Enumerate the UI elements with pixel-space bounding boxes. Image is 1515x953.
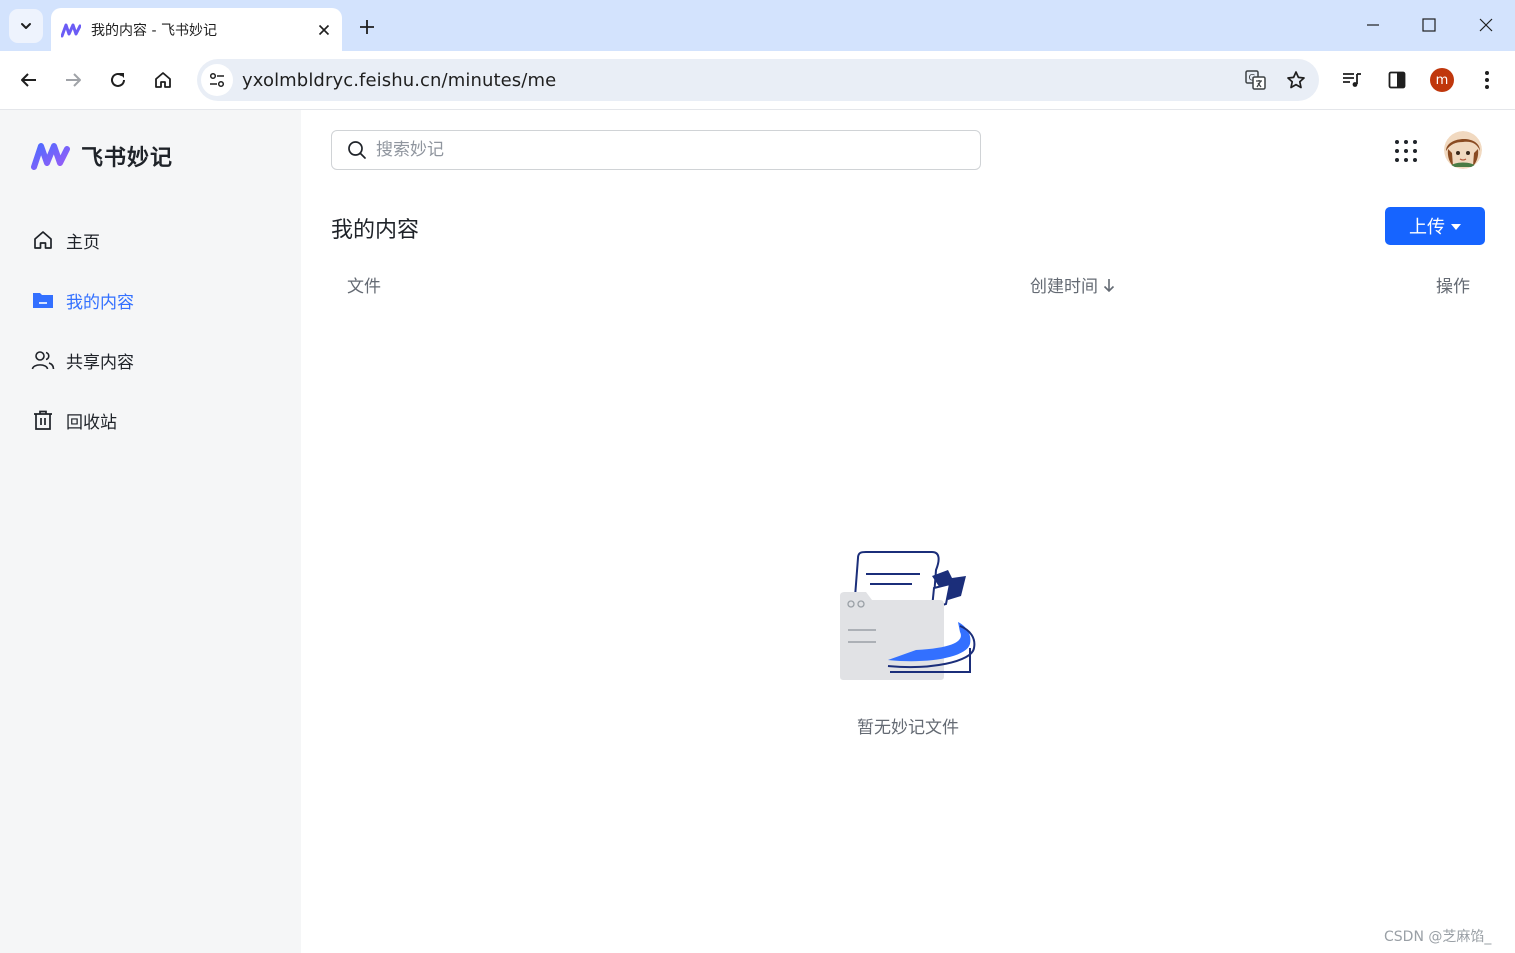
profile-avatar: m bbox=[1430, 68, 1454, 92]
close-icon bbox=[1479, 18, 1493, 32]
address-bar[interactable]: yxolmbldryc.feishu.cn/minutes/me G bbox=[197, 59, 1319, 101]
caret-down-icon bbox=[1451, 224, 1461, 230]
search-icon bbox=[346, 139, 368, 161]
folder-icon bbox=[31, 288, 55, 312]
sidebar-item-label: 回收站 bbox=[66, 412, 117, 433]
empty-state-text: 暂无妙记文件 bbox=[857, 718, 959, 738]
window-close-button[interactable] bbox=[1461, 4, 1511, 46]
minimize-button[interactable] bbox=[1348, 4, 1398, 46]
page-title: 我的内容 bbox=[331, 218, 420, 243]
arrow-left-icon bbox=[21, 73, 36, 87]
feishu-minutes-favicon bbox=[61, 23, 81, 37]
column-header-file: 文件 bbox=[347, 272, 381, 297]
upload-button[interactable]: 上传 bbox=[1385, 207, 1485, 245]
back-button[interactable] bbox=[12, 63, 46, 97]
translate-button[interactable]: G bbox=[1239, 63, 1273, 97]
trash-icon bbox=[31, 408, 55, 432]
users-icon bbox=[31, 348, 55, 372]
tab-close-button[interactable] bbox=[310, 16, 338, 44]
apps-grid-icon[interactable] bbox=[1391, 136, 1421, 166]
home-icon bbox=[155, 72, 171, 88]
sidebar-item-home[interactable]: 主页 bbox=[18, 218, 283, 262]
sidebar-item-trash[interactable]: 回收站 bbox=[18, 398, 283, 442]
upload-button-label: 上传 bbox=[1409, 217, 1445, 238]
column-label: 创建时间 bbox=[1030, 277, 1098, 297]
browser-menu-button[interactable] bbox=[1470, 63, 1504, 97]
new-tab-button[interactable] bbox=[352, 12, 382, 42]
arrow-right-icon bbox=[66, 73, 81, 87]
tab-search-button[interactable] bbox=[9, 9, 43, 43]
site-info-button[interactable] bbox=[201, 64, 233, 96]
maximize-button[interactable] bbox=[1404, 4, 1454, 46]
tune-icon bbox=[209, 72, 225, 88]
browser-toolbar: yxolmbldryc.feishu.cn/minutes/me G m bbox=[0, 51, 1515, 110]
search-box[interactable] bbox=[331, 130, 981, 170]
sidebar-item-label: 我的内容 bbox=[66, 292, 134, 313]
bookmark-button[interactable] bbox=[1279, 63, 1313, 97]
watermark: CSDN @芝麻馅_ bbox=[1384, 929, 1492, 945]
logo-text: 飞书妙记 bbox=[81, 146, 174, 171]
side-panel-button[interactable] bbox=[1380, 63, 1414, 97]
sidebar-item-my-content[interactable]: 我的内容 bbox=[18, 278, 283, 322]
sidebar-item-label: 主页 bbox=[66, 232, 100, 253]
sidebar: 飞书妙记 主页 我的内容 共享内容 回收站 bbox=[0, 110, 301, 953]
queue-music-icon bbox=[1343, 73, 1361, 87]
column-header-created-time[interactable]: 创建时间 bbox=[1030, 272, 1116, 297]
maximize-icon bbox=[1422, 18, 1436, 32]
chevron-down-icon bbox=[21, 23, 31, 29]
tab-title: 我的内容 - 飞书妙记 bbox=[91, 22, 217, 39]
sidebar-item-label: 共享内容 bbox=[66, 352, 134, 373]
column-label: 操作 bbox=[1436, 277, 1470, 297]
column-label: 文件 bbox=[347, 277, 381, 297]
side-panel-icon bbox=[1388, 71, 1406, 89]
reload-button[interactable] bbox=[101, 63, 135, 97]
forward-button[interactable] bbox=[56, 63, 90, 97]
more-vert-icon bbox=[1485, 71, 1489, 89]
profile-button[interactable]: m bbox=[1425, 63, 1459, 97]
url-text[interactable]: yxolmbldryc.feishu.cn/minutes/me bbox=[242, 70, 1239, 91]
search-input[interactable] bbox=[376, 140, 956, 160]
column-header-actions: 操作 bbox=[1436, 272, 1470, 297]
app-logo[interactable]: 飞书妙记 bbox=[31, 140, 173, 172]
close-icon bbox=[318, 24, 330, 35]
empty-state-illustration bbox=[840, 551, 976, 680]
plus-icon bbox=[360, 20, 374, 34]
sort-descending-icon[interactable] bbox=[1102, 277, 1116, 293]
media-controls-button[interactable] bbox=[1335, 63, 1369, 97]
home-button[interactable] bbox=[146, 63, 180, 97]
reload-icon bbox=[111, 72, 125, 87]
user-avatar[interactable] bbox=[1444, 131, 1482, 169]
feishu-minutes-logo-icon bbox=[31, 143, 70, 170]
star-icon bbox=[1287, 71, 1305, 89]
tab-bar: 我的内容 - 飞书妙记 bbox=[0, 0, 1515, 51]
sidebar-item-shared-content[interactable]: 共享内容 bbox=[18, 338, 283, 382]
minimize-icon bbox=[1367, 24, 1379, 26]
browser-tab[interactable]: 我的内容 - 飞书妙记 bbox=[51, 8, 342, 51]
home-icon bbox=[31, 228, 55, 252]
translate-icon: G bbox=[1245, 70, 1266, 90]
